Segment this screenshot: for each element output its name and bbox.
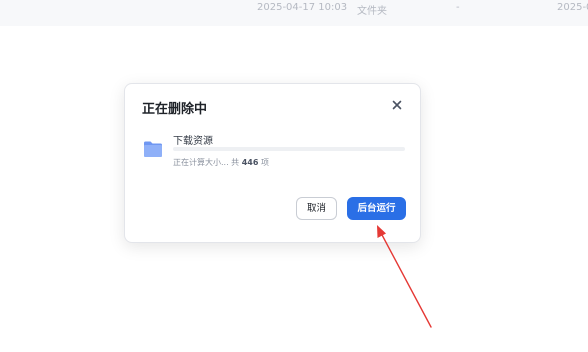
delete-status-text: 正在计算大小... 共 446 项 bbox=[173, 157, 269, 168]
folder-icon bbox=[143, 140, 163, 158]
file-modified-date: 2025-04-17 10:03 bbox=[257, 2, 348, 13]
dialog-title: 正在删除中 bbox=[142, 102, 208, 117]
close-icon[interactable] bbox=[390, 98, 404, 112]
cancel-button[interactable]: 取消 bbox=[296, 197, 337, 220]
delete-progress-bar bbox=[173, 147, 405, 151]
status-prefix: 正在计算大小... 共 bbox=[173, 158, 240, 167]
deleting-dialog: 正在删除中 下载资源 正在计算大小... 共 446 项 取消 后台运行 bbox=[124, 83, 421, 243]
file-created-date: 2025-0 bbox=[557, 2, 588, 13]
deleting-item-name: 下载资源 bbox=[173, 136, 213, 147]
status-item-count: 446 bbox=[241, 158, 259, 167]
file-type: 文件夹 bbox=[357, 6, 387, 17]
file-size: - bbox=[456, 2, 460, 13]
background-file-row[interactable]: 2025-04-17 10:03 文件夹 - 2025-0 bbox=[0, 0, 588, 26]
run-in-background-button[interactable]: 后台运行 bbox=[347, 197, 406, 220]
status-suffix: 项 bbox=[260, 158, 269, 167]
